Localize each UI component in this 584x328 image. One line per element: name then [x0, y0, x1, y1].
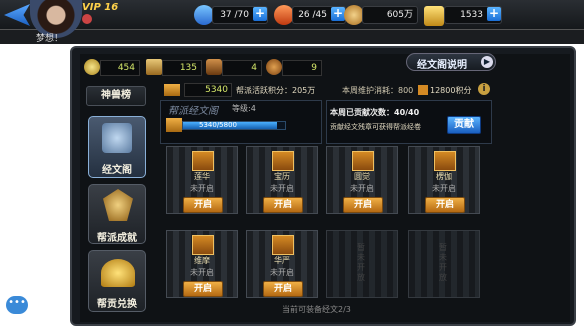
explain-label: 经文阁说明 [417, 60, 467, 71]
scripture-slot-5[interactable]: 维摩 未开启 开启 [166, 230, 238, 298]
points-value: 5340 [184, 83, 232, 97]
scroll-stat-value: 135 [162, 60, 202, 76]
scripture-slot-status: 未开启 [270, 268, 294, 277]
menu-contribution-exchange[interactable]: 帮贡兑换 [88, 250, 146, 312]
weekly-cost-label: 本周维护消耗：800 [342, 86, 414, 95]
hall-level: 等级:4 [232, 104, 256, 113]
main-panel [80, 54, 570, 322]
vip-badge: VIP 16 [82, 2, 119, 13]
signature-bar [0, 30, 584, 44]
contribution-desc: 贡献经文残章可获得帮派经卷 [330, 123, 421, 131]
open-slot-button[interactable]: 开启 [263, 281, 303, 297]
locked-slot-text: 暂未开放 [439, 243, 447, 282]
scripture-slot-name: 维摩 [194, 256, 210, 265]
signature-text: 梦想！ [36, 34, 64, 44]
open-slot-button[interactable]: 开启 [183, 281, 223, 297]
open-slot-button[interactable]: 开启 [425, 197, 465, 213]
chevron-right-icon: ▶ [481, 56, 493, 68]
coin-value: 605万 [362, 6, 418, 24]
scripture-slot-status: 未开启 [270, 184, 294, 193]
weekly-cost-points-icon [418, 85, 428, 95]
scripture-hall-icon [102, 123, 132, 153]
open-slot-button[interactable]: 开启 [183, 197, 223, 213]
scripture-slot-icon [272, 151, 294, 171]
chat-icon[interactable]: ••• [6, 296, 28, 314]
scripture-slot-6[interactable]: 华严 未开启 开启 [246, 230, 318, 298]
scripture-slot-name: 华严 [274, 256, 290, 265]
scripture-slot-status: 未开启 [432, 184, 456, 193]
achievement-medal-icon [103, 189, 133, 221]
menu-scripture-hall[interactable]: 经文阁 [88, 116, 146, 178]
mask-stat-value: 4 [222, 60, 262, 76]
stamina-icon [194, 5, 214, 25]
open-slot-button[interactable]: 开启 [263, 197, 303, 213]
coin-stat-value: 454 [100, 60, 140, 76]
scripture-slot-name: 宝历 [274, 172, 290, 181]
gold-ingot-icon [424, 6, 444, 26]
scripture-slot-2[interactable]: 宝历 未开启 开启 [246, 146, 318, 214]
scripture-slot-icon [352, 151, 374, 171]
menu-scripture-hall-label: 经文阁 [102, 165, 132, 176]
scripture-slot-icon [272, 235, 294, 255]
menu-contribution-exchange-label: 帮贡兑换 [97, 299, 137, 310]
beast-ranking-label: 神兽榜 [101, 90, 131, 101]
scripture-slot-name: 莲华 [194, 172, 210, 181]
equip-count-footer: 当前可装备经文2/3 [282, 305, 351, 314]
scripture-slot-name: 楞伽 [436, 172, 452, 181]
open-slot-button[interactable]: 开启 [343, 197, 383, 213]
scripture-slot-1[interactable]: 莲华 未开启 开启 [166, 146, 238, 214]
locked-slot-8: 暂未开放 [408, 230, 480, 298]
stamina-add-button[interactable]: + [253, 7, 267, 21]
hall-progress-icon [166, 118, 182, 132]
info-icon[interactable]: i [478, 83, 490, 95]
menu-guild-achievement[interactable]: 帮派成就 [88, 184, 146, 244]
menu-guild-achievement-label: 帮派成就 [97, 233, 137, 244]
scripture-slot-status: 未开启 [190, 268, 214, 277]
mask-stat-icon [206, 59, 222, 75]
vip-level-icon [82, 14, 92, 24]
weekly-cost-points: 12800积分 [430, 86, 472, 95]
coin-icon [344, 5, 364, 25]
locked-slot-7: 暂未开放 [326, 230, 398, 298]
scripture-slot-name: 圆觉 [354, 172, 370, 181]
locked-slot-text: 暂未开放 [357, 243, 365, 282]
gold-pile-icon [101, 259, 135, 287]
scripture-slot-4[interactable]: 楞伽 未开启 开启 [408, 146, 480, 214]
scripture-slot-icon [434, 151, 456, 171]
gold-add-button[interactable]: + [487, 7, 501, 21]
explain-button[interactable]: 经文阁说明 ▶ [406, 53, 496, 71]
energy-add-button[interactable]: + [331, 7, 345, 21]
hall-progress-bar: 5340/5800 [182, 121, 286, 130]
scripture-slot-status: 未开启 [190, 184, 214, 193]
book-stat-icon [266, 59, 282, 75]
scroll-stat-icon [146, 59, 162, 75]
scripture-slot-status: 未开启 [350, 184, 374, 193]
scripture-slot-icon [192, 235, 214, 255]
beast-ranking-tab[interactable]: 神兽榜 [86, 86, 146, 106]
hall-progress-text: 5340/5800 [199, 121, 237, 129]
contribute-button[interactable]: 贡献 [447, 116, 481, 134]
coin-stat-icon [84, 59, 100, 75]
scripture-slot-icon [192, 151, 214, 171]
points-icon [164, 84, 180, 96]
guild-active-points: 帮派活跃积分：205万 [236, 86, 316, 95]
scripture-slot-3[interactable]: 圆觉 未开启 开启 [326, 146, 398, 214]
energy-icon [274, 5, 294, 25]
contribution-count: 本周已贡献次数：40/40 [330, 108, 420, 117]
book-stat-value: 9 [282, 60, 322, 76]
hall-title: 帮派经文阁 [168, 106, 218, 117]
